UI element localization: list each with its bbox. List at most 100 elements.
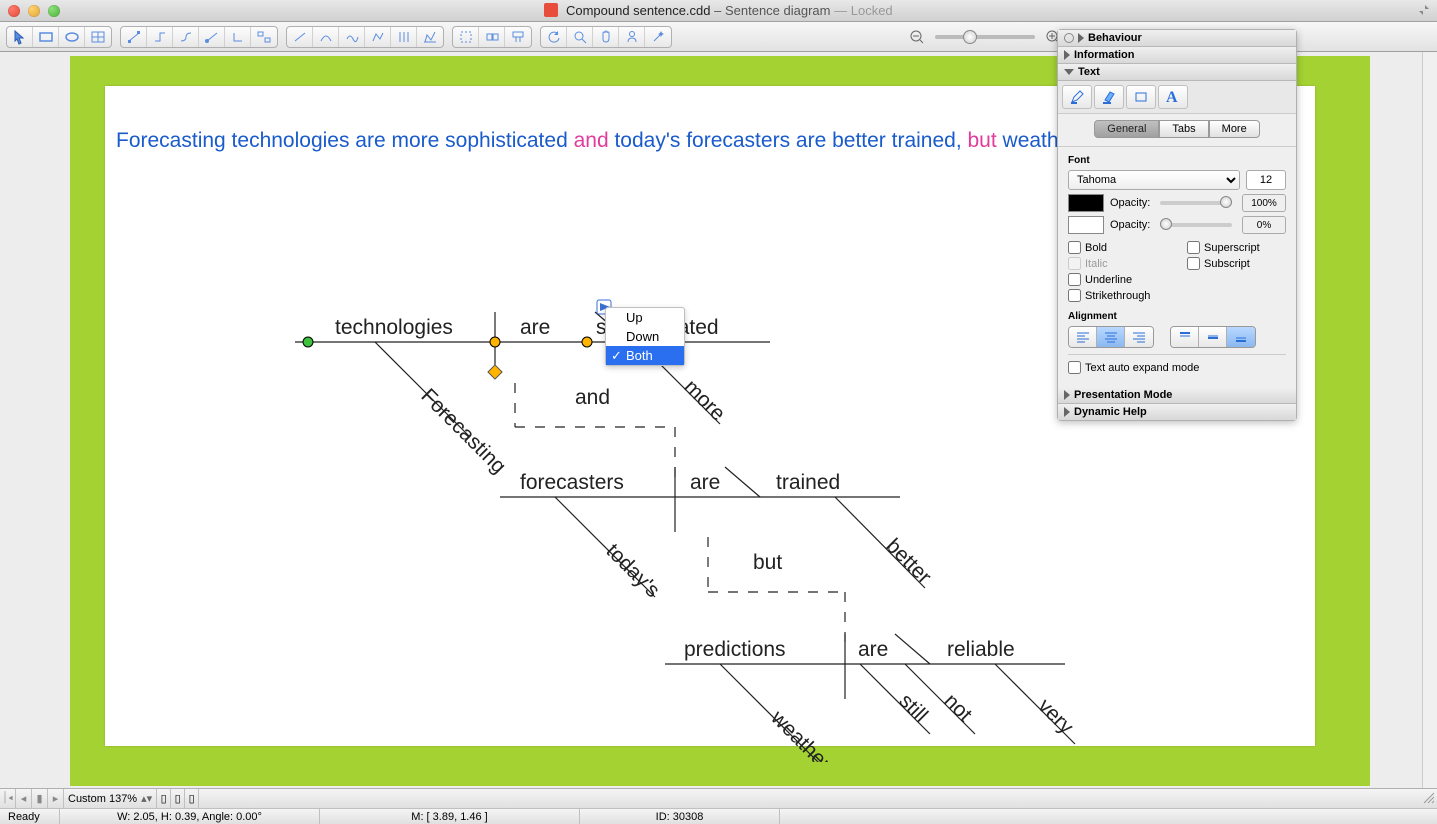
section-text[interactable]: Text: [1058, 64, 1296, 81]
strike-checkbox[interactable]: Strikethrough: [1068, 289, 1167, 302]
tab-more[interactable]: More: [1209, 120, 1260, 138]
font-size-input[interactable]: [1246, 170, 1286, 190]
svg-text:very: very: [1033, 694, 1078, 739]
vertical-scrollbar[interactable]: [1422, 52, 1437, 788]
status-ready: Ready: [0, 809, 60, 824]
section-dynhelp[interactable]: Dynamic Help: [1058, 404, 1296, 420]
sentence-text: Forecasting technologies are more sophis…: [116, 129, 1146, 153]
line-tool-2[interactable]: [313, 27, 339, 47]
fill-color-swatch[interactable]: [1068, 216, 1104, 234]
page-prev-button[interactable]: ◂: [16, 789, 32, 808]
conn-tool-3[interactable]: [173, 27, 199, 47]
magnify-tool[interactable]: [567, 27, 593, 47]
wand-tool[interactable]: [645, 27, 671, 47]
text-font-icon[interactable]: A: [1158, 85, 1188, 109]
hand-tool[interactable]: [593, 27, 619, 47]
zoom-out-icon[interactable]: [909, 29, 925, 45]
smart-tool-3[interactable]: [505, 27, 531, 47]
underline-checkbox[interactable]: Underline: [1068, 273, 1167, 286]
rect-tool[interactable]: [33, 27, 59, 47]
svg-text:reliable: reliable: [947, 638, 1015, 661]
text-pen-icon[interactable]: [1062, 85, 1092, 109]
pointer-tool[interactable]: [7, 27, 33, 47]
line-tool-4[interactable]: [365, 27, 391, 47]
refresh-tool[interactable]: [541, 27, 567, 47]
tab-general[interactable]: General: [1094, 120, 1159, 138]
zoom-slider[interactable]: [935, 35, 1035, 39]
conn-tool-5[interactable]: [225, 27, 251, 47]
superscript-checkbox[interactable]: Superscript: [1187, 241, 1286, 254]
ctx-item-both[interactable]: Both: [606, 346, 684, 365]
layout-mode-icons[interactable]: ▯▯▯: [157, 789, 199, 808]
window-controls: [0, 5, 60, 17]
text-highlight-icon[interactable]: [1094, 85, 1124, 109]
svg-text:Forecasting: Forecasting: [416, 384, 510, 478]
font-family-select[interactable]: Tahoma: [1068, 170, 1240, 190]
align-center-button[interactable]: [1097, 327, 1125, 347]
tab-tabs[interactable]: Tabs: [1159, 120, 1208, 138]
svg-text:trained: trained: [776, 471, 840, 494]
status-id: ID: 30308: [580, 809, 780, 824]
tool-group-line: [286, 26, 444, 48]
svg-text:technologies: technologies: [335, 316, 453, 339]
valign-bottom-button[interactable]: [1227, 327, 1255, 347]
inspector-panel: Behaviour Information Text A General Tab…: [1057, 29, 1297, 421]
h-align-group: [1068, 326, 1154, 348]
app-icon: [544, 3, 558, 17]
close-window-button[interactable]: [8, 5, 20, 17]
ctx-item-up[interactable]: Up: [606, 308, 684, 327]
auto-expand-checkbox[interactable]: Text auto expand mode: [1068, 361, 1286, 374]
conn-tool-4[interactable]: [199, 27, 225, 47]
valign-middle-button[interactable]: [1199, 327, 1227, 347]
status-bar-upper: ⏐◂ ◂ ▮ ▸ Custom 137% ▴▾ ▯▯▯: [0, 788, 1437, 808]
line-tool-1[interactable]: [287, 27, 313, 47]
bold-checkbox[interactable]: Bold: [1068, 241, 1167, 254]
section-presentation[interactable]: Presentation Mode: [1058, 387, 1296, 404]
title-corner-icon[interactable]: [1417, 3, 1431, 17]
tool-group-nav: [540, 26, 672, 48]
v-align-group: [1170, 326, 1256, 348]
ctx-item-down[interactable]: Down: [606, 327, 684, 346]
ellipse-tool[interactable]: [59, 27, 85, 47]
section-information[interactable]: Information: [1058, 47, 1296, 64]
sentence-diagram[interactable]: technologies are sophisticated Forecasti…: [100, 202, 1100, 762]
page-next-button[interactable]: ▸: [48, 789, 64, 808]
zoom-select[interactable]: Custom 137% ▴▾: [64, 789, 157, 808]
smart-tool-1[interactable]: [453, 27, 479, 47]
status-dimensions: W: 2.05, H: 0.39, Angle: 0.00°: [60, 809, 320, 824]
text-color-swatch[interactable]: [1068, 194, 1104, 212]
person-tool[interactable]: [619, 27, 645, 47]
inspector-body: Font Tahoma Opacity: 100% Opacity: 0% Bo…: [1058, 147, 1296, 387]
italic-checkbox[interactable]: Italic: [1068, 257, 1167, 270]
svg-text:not: not: [939, 689, 976, 726]
line-tool-6[interactable]: [417, 27, 443, 47]
svg-text:weather: weather: [766, 706, 836, 762]
conn-tool-2[interactable]: [147, 27, 173, 47]
valign-top-button[interactable]: [1171, 327, 1199, 347]
svg-text:and: and: [575, 386, 610, 409]
line-tool-3[interactable]: [339, 27, 365, 47]
text-box-icon[interactable]: [1126, 85, 1156, 109]
zoom-window-button[interactable]: [48, 5, 60, 17]
table-tool[interactable]: [85, 27, 111, 47]
window-title: Compound sentence.cdd – Sentence diagram…: [0, 3, 1437, 18]
font-label: Font: [1068, 155, 1286, 166]
conn-tool-1[interactable]: [121, 27, 147, 47]
page-first-button[interactable]: ⏐◂: [0, 789, 16, 808]
align-left-button[interactable]: [1069, 327, 1097, 347]
text-opacity-slider[interactable]: [1160, 201, 1232, 205]
section-behaviour[interactable]: Behaviour: [1058, 30, 1296, 47]
conn-tool-6[interactable]: [251, 27, 277, 47]
smart-tool-2[interactable]: [479, 27, 505, 47]
context-menu: Up Down Both: [605, 307, 685, 366]
minimize-window-button[interactable]: [28, 5, 40, 17]
subscript-checkbox[interactable]: Subscript: [1187, 257, 1286, 270]
resize-grip-icon[interactable]: [1421, 790, 1435, 804]
status-bar-lower: Ready W: 2.05, H: 0.39, Angle: 0.00° M: …: [0, 808, 1437, 824]
svg-text:more: more: [679, 375, 729, 425]
align-right-button[interactable]: [1125, 327, 1153, 347]
line-tool-5[interactable]: [391, 27, 417, 47]
fill-opacity-slider[interactable]: [1160, 223, 1232, 227]
svg-text:predictions: predictions: [684, 638, 786, 661]
svg-text:forecasters: forecasters: [520, 471, 624, 494]
